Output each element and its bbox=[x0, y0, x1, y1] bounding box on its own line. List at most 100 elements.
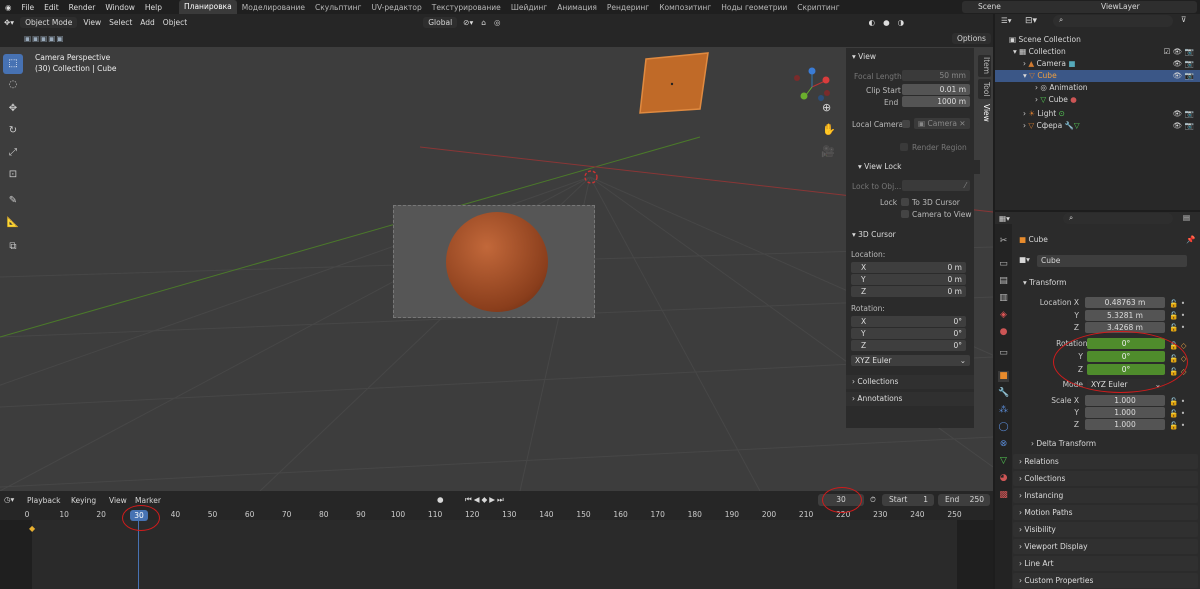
object-name-field[interactable]: Cube bbox=[1037, 255, 1187, 267]
relations-panel-header[interactable]: › Relations bbox=[1013, 454, 1198, 469]
outliner-row-cube[interactable]: ▾ ▽ Cube 👁 📷 bbox=[995, 70, 1200, 82]
filter-icon[interactable]: ⊽ bbox=[1181, 15, 1187, 24]
overlay-icon[interactable]: ◐ bbox=[865, 18, 880, 27]
local-camera-field[interactable]: ▣ Camera ✕ bbox=[914, 118, 970, 129]
motion-paths-panel-header[interactable]: › Motion Paths bbox=[1013, 505, 1198, 520]
playback-controls[interactable]: ⏮◀◆▶⏭ bbox=[465, 495, 506, 505]
editor-type-icon[interactable]: ✥▾ bbox=[0, 18, 18, 27]
options-icon[interactable]: ▤ bbox=[1183, 213, 1190, 222]
outliner-search-input[interactable]: ⌕ bbox=[1053, 15, 1173, 27]
output-tab-icon[interactable]: ▤ bbox=[998, 276, 1009, 287]
visibility-icons[interactable]: 👁 📷 bbox=[1173, 70, 1194, 82]
scale-tool-icon[interactable]: ⤢ bbox=[3, 143, 23, 163]
stopwatch-icon[interactable]: ⏱ bbox=[870, 495, 876, 505]
properties-type-icon[interactable]: ▦▾ bbox=[999, 214, 1010, 223]
constraints-tab-icon[interactable]: ⊗ bbox=[998, 439, 1009, 450]
clip-start-field[interactable]: 0.01 m bbox=[902, 84, 970, 95]
display-mode-icon[interactable]: ⊟▾ bbox=[1025, 16, 1037, 26]
move-tool-icon[interactable]: ✥ bbox=[3, 99, 23, 119]
clip-end-field[interactable]: 1000 m bbox=[902, 96, 970, 107]
workspace-tab-geometry-nodes[interactable]: Ноды геометрии bbox=[716, 3, 792, 12]
properties-search-input[interactable]: ⌕ bbox=[1063, 213, 1173, 224]
outliner-row-camera[interactable]: › ▲ Camera ■ 👁 📷 bbox=[995, 58, 1200, 70]
cursor-tool-icon[interactable]: ◌ bbox=[3, 75, 23, 95]
view-lock-section-header[interactable]: ▾ View Lock bbox=[852, 160, 980, 174]
timeline-track-area[interactable] bbox=[32, 520, 957, 589]
menu-view[interactable]: View bbox=[109, 496, 127, 505]
workspace-tab-shading[interactable]: Шейдинг bbox=[506, 3, 552, 12]
shading-solid-icon[interactable]: ● bbox=[879, 18, 894, 27]
pan-hand-icon[interactable]: ✋ bbox=[822, 123, 836, 136]
keyframe-diamond-icon[interactable]: ◆ bbox=[29, 524, 35, 533]
physics-tab-icon[interactable]: ◯ bbox=[998, 422, 1009, 433]
scale-z-field[interactable]: 1.000 bbox=[1085, 419, 1165, 430]
world-tab-icon[interactable]: ● bbox=[998, 327, 1009, 338]
visibility-icons[interactable]: 👁 📷 bbox=[1173, 120, 1194, 132]
timeline-editor-icon[interactable]: ◷▾ bbox=[4, 495, 14, 504]
menu-help[interactable]: Help bbox=[140, 3, 167, 12]
menu-render[interactable]: Render bbox=[64, 3, 101, 12]
location-y-field[interactable]: 5.3281 m bbox=[1085, 310, 1165, 321]
options-button[interactable]: Options bbox=[952, 33, 991, 44]
render-tab-icon[interactable]: ▭ bbox=[998, 259, 1009, 270]
cursor-location-x[interactable]: X 0 m bbox=[851, 262, 966, 273]
pivot-icon[interactable]: ⊘▾ bbox=[459, 18, 477, 27]
add-cube-tool-icon[interactable]: ⧉ bbox=[3, 237, 23, 257]
scale-y-field[interactable]: 1.000 bbox=[1085, 407, 1165, 418]
view-layer-tab-icon[interactable]: ▥ bbox=[998, 293, 1009, 304]
modifier-tab-icon[interactable]: 🔧 bbox=[998, 388, 1009, 399]
view-layer-selector[interactable]: ViewLayer bbox=[1085, 1, 1197, 13]
line-art-panel-header[interactable]: › Line Art bbox=[1013, 556, 1198, 571]
visibility-icons[interactable]: 👁 📷 bbox=[1173, 58, 1194, 70]
camera-object[interactable] bbox=[636, 51, 716, 121]
lock-to-object-field[interactable]: ⁄ bbox=[902, 180, 970, 191]
material-tab-icon[interactable]: ◕ bbox=[998, 473, 1009, 484]
workspace-tab-sculpting[interactable]: Скульптинг bbox=[310, 3, 366, 12]
sidebar-tab-tool[interactable]: Tool bbox=[978, 79, 991, 99]
menu-view[interactable]: View bbox=[79, 18, 105, 27]
visibility-icons[interactable]: ☑ 👁 📷 bbox=[1164, 46, 1194, 58]
annotations-section-header[interactable]: › Annotations bbox=[846, 392, 974, 406]
menu-keying[interactable]: Keying bbox=[71, 496, 96, 505]
workspace-tab-compositing[interactable]: Композитинг bbox=[654, 3, 716, 12]
workspace-tab-modeling[interactable]: Моделирование bbox=[237, 3, 310, 12]
object-tab-icon[interactable]: ■ bbox=[998, 371, 1009, 382]
lock-icons[interactable]: 🔓 • 🔓 • 🔓 • bbox=[1169, 396, 1185, 432]
lock-icons[interactable]: 🔓 • 🔓 • 🔓 • bbox=[1169, 298, 1185, 334]
sidebar-tab-item[interactable]: Item bbox=[978, 55, 991, 77]
custom-properties-panel-header[interactable]: › Custom Properties bbox=[1013, 573, 1198, 588]
cursor-location-z[interactable]: Z 0 m bbox=[851, 286, 966, 297]
zoom-icon[interactable]: ⊕ bbox=[822, 101, 831, 114]
3d-viewport[interactable]: Camera Perspective (30) Collection | Cub… bbox=[0, 47, 993, 491]
menu-playback[interactable]: Playback bbox=[27, 496, 60, 505]
outliner-row-sphere[interactable]: › ▽ Сфера 🔧▽ 👁 📷 bbox=[995, 120, 1200, 132]
collection-tab-icon[interactable]: ▭ bbox=[998, 348, 1009, 359]
menu-marker[interactable]: Marker bbox=[135, 496, 161, 505]
selection-mode-icons[interactable]: ▣▣▣▣▣ bbox=[24, 34, 64, 43]
location-x-field[interactable]: 0.48763 m bbox=[1085, 297, 1165, 308]
to-3d-cursor-checkbox[interactable] bbox=[901, 198, 909, 206]
record-icon[interactable]: ● bbox=[437, 495, 444, 504]
annotate-tool-icon[interactable]: ✎ bbox=[3, 191, 23, 211]
outliner-type-icon[interactable]: ☰▾ bbox=[1001, 16, 1012, 25]
workspace-tab-uv[interactable]: UV-редактор bbox=[366, 3, 426, 12]
rotate-tool-icon[interactable]: ↻ bbox=[3, 121, 23, 141]
orientation-dropdown[interactable]: Global bbox=[423, 17, 458, 28]
transform-tool-icon[interactable]: ⊡ bbox=[3, 165, 23, 185]
menu-add[interactable]: Add bbox=[136, 18, 159, 27]
visibility-panel-header[interactable]: › Visibility bbox=[1013, 522, 1198, 537]
start-frame-field[interactable]: Start 1 bbox=[882, 494, 934, 506]
tool-tab-icon[interactable]: ✂ bbox=[998, 236, 1009, 247]
transform-panel-header[interactable]: ▾ Transform bbox=[1019, 276, 1199, 290]
menu-select[interactable]: Select bbox=[105, 18, 136, 27]
workspace-tab-layout[interactable]: Планировка bbox=[179, 0, 237, 14]
render-region-checkbox[interactable] bbox=[900, 143, 908, 151]
workspace-tab-texture[interactable]: Текстурирование bbox=[427, 3, 506, 12]
pin-icon[interactable]: 📌 bbox=[1186, 235, 1195, 244]
outliner-row-cube-mesh[interactable]: › ▽ Cube ● bbox=[995, 94, 1200, 106]
sidebar-tab-view[interactable]: View bbox=[978, 101, 991, 125]
cursor-location-y[interactable]: Y 0 m bbox=[851, 274, 966, 285]
collections-section-header[interactable]: › Collections bbox=[846, 375, 974, 389]
object-datablock-icon[interactable]: ■▾ bbox=[1019, 255, 1030, 264]
local-camera-checkbox[interactable] bbox=[902, 120, 910, 128]
